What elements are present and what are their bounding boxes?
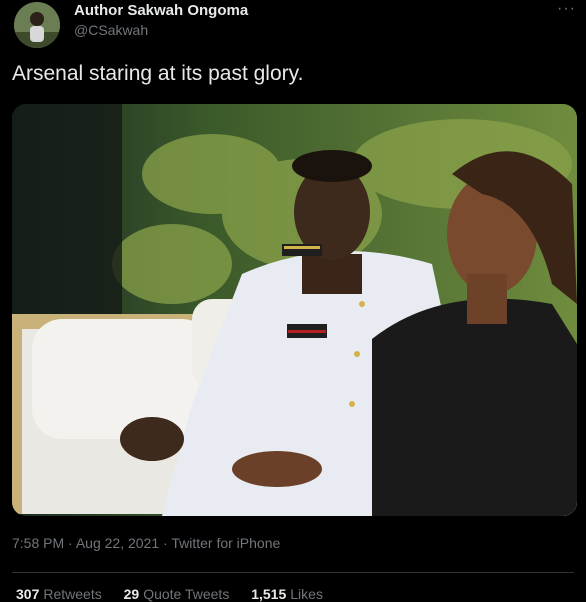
meta-separator: · bbox=[68, 535, 73, 551]
retweets-label: Retweets bbox=[43, 586, 102, 602]
retweets-stat[interactable]: 307 Retweets bbox=[16, 586, 102, 602]
likes-label: Likes bbox=[290, 586, 323, 602]
quote-tweets-count: 29 bbox=[123, 586, 140, 602]
more-options-icon[interactable]: ··· bbox=[557, 0, 576, 18]
tweet-time[interactable]: 7:58 PM bbox=[12, 535, 64, 551]
tweet: Author Sakwah Ongoma @CSakwah ··· Arsena… bbox=[0, 0, 586, 602]
author-display-name[interactable]: Author Sakwah Ongoma bbox=[74, 2, 248, 19]
retweets-count: 307 bbox=[16, 586, 40, 602]
quote-tweets-stat[interactable]: 29 Quote Tweets bbox=[124, 586, 230, 602]
tweet-source[interactable]: Twitter for iPhone bbox=[171, 535, 280, 551]
likes-stat[interactable]: 1,515 Likes bbox=[251, 586, 323, 602]
photo-image bbox=[12, 104, 577, 516]
author-handle[interactable]: @CSakwah bbox=[74, 22, 148, 38]
tweet-meta: 7:58 PM · Aug 22, 2021 · Twitter for iPh… bbox=[12, 535, 280, 551]
tweet-photo[interactable] bbox=[12, 104, 577, 516]
quote-tweets-label: Quote Tweets bbox=[143, 586, 230, 602]
likes-count: 1,515 bbox=[251, 586, 287, 602]
tweet-text: Arsenal staring at its past glory. bbox=[12, 62, 304, 85]
divider bbox=[12, 572, 574, 573]
meta-separator: · bbox=[163, 535, 168, 551]
tweet-date[interactable]: Aug 22, 2021 bbox=[76, 535, 159, 551]
engagement-stats: 307 Retweets 29 Quote Tweets 1,515 Likes bbox=[16, 586, 341, 602]
avatar[interactable] bbox=[14, 2, 60, 48]
